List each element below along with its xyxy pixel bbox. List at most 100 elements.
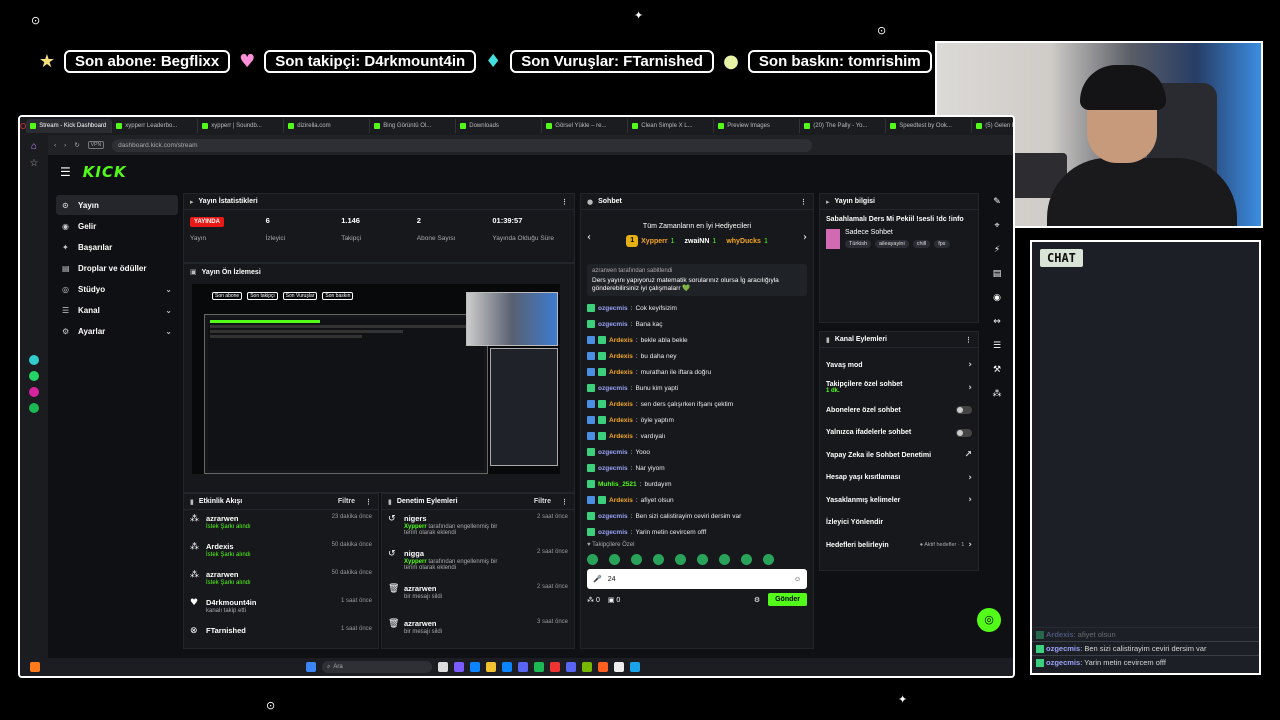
url-field[interactable]: dashboard.kick.com/stream bbox=[112, 138, 813, 152]
saved-icon[interactable]: ▣ 0 bbox=[608, 596, 620, 604]
channel-action-row[interactable]: Yapay Zeka ile Sohbet Denetimi ↗ bbox=[820, 444, 978, 467]
toggle-switch[interactable] bbox=[956, 428, 972, 437]
activity-item[interactable]: ⁂ Ardexis İstek Şarkı alındı 50 dakika önce bbox=[184, 538, 378, 566]
more-icon[interactable]: ⋮ bbox=[965, 336, 972, 344]
menu-icon[interactable]: ☰ bbox=[60, 165, 71, 179]
channel-action-row[interactable]: Hesap yaşı kısıtlaması › bbox=[820, 467, 978, 490]
app-icon[interactable] bbox=[630, 662, 640, 672]
send-button[interactable]: Gönder bbox=[768, 593, 807, 606]
browser-tab[interactable]: xypperr Leaderbo... bbox=[112, 119, 199, 133]
taskbar-search[interactable]: ⌕ Ara bbox=[322, 661, 432, 673]
moderation-item[interactable]: ↺ nigga Xypperr tarafından engellenmiş bir… bbox=[382, 545, 574, 580]
stream-preview[interactable]: Son abone Son takipçi Son Vuruşlar Son bask… bbox=[192, 284, 560, 474]
sidebar-item[interactable]: ☰ Kanal ⌄ bbox=[56, 300, 178, 320]
sidebar-item[interactable]: ⊙ Yayın bbox=[56, 195, 178, 215]
settings-icon[interactable]: ⚙ bbox=[754, 596, 760, 604]
more-icon[interactable]: ⋮ bbox=[365, 498, 372, 506]
channel-action-row[interactable]: Yalnızca ifadelerle sohbet bbox=[820, 422, 978, 445]
emote-bar[interactable] bbox=[581, 554, 813, 565]
app-icon[interactable] bbox=[598, 662, 608, 672]
chat-bubble-icon[interactable]: ◉ bbox=[993, 293, 1001, 303]
list-icon[interactable]: ☰ bbox=[993, 341, 1001, 351]
channel-action-row[interactable]: Yavaş mod › bbox=[820, 354, 978, 377]
filter-button[interactable]: Filtre bbox=[338, 498, 355, 505]
chat-message[interactable]: Ardexis: öyle yaptım bbox=[581, 412, 813, 428]
stream-tag[interactable]: Türkish bbox=[845, 240, 872, 248]
support-button[interactable]: ◎ bbox=[977, 608, 1001, 632]
chat-message[interactable]: ozgecmis: Bunu kim yapti bbox=[581, 380, 813, 396]
sidebar-item[interactable]: ⚙ Ayarlar ⌄ bbox=[56, 321, 178, 341]
chat-message[interactable]: Ardexis: vardıyalı bbox=[581, 428, 813, 444]
sidebar-item[interactable]: ▤ Droplar ve ödüller bbox=[56, 258, 178, 278]
whatsapp-icon[interactable] bbox=[29, 371, 39, 381]
channel-action-row[interactable]: Abonelere özel sohbet bbox=[820, 399, 978, 422]
edge-icon[interactable] bbox=[470, 662, 480, 672]
chat-message[interactable]: ozgecmis: Cok keyifsizim bbox=[581, 300, 813, 316]
moderation-item[interactable]: 🗑 azrarwen bir mesajı sildi 3 saat önce bbox=[382, 615, 574, 650]
browser-tab[interactable]: Clean Simple X L... bbox=[628, 119, 715, 133]
browser-tab[interactable]: Bing Görüntü Ol... bbox=[370, 119, 457, 133]
app-icon[interactable] bbox=[454, 662, 464, 672]
stream-tag[interactable]: fps bbox=[934, 240, 950, 248]
sidebar-item[interactable]: ✦ Başarılar bbox=[56, 237, 178, 257]
chat-message[interactable]: Ardexis: bu daha ney bbox=[581, 348, 813, 364]
browser-tab[interactable]: (5) Gelen Kutusu -... bbox=[972, 119, 1013, 133]
pinned-message[interactable]: azrarwen tarafından sabitlendi Ders yayı… bbox=[587, 264, 807, 296]
activity-item[interactable]: ⊗ FTarnished 1 saat önce bbox=[184, 622, 378, 650]
weather-icon[interactable] bbox=[30, 662, 40, 672]
app-icon[interactable] bbox=[29, 355, 39, 365]
clipboard-icon[interactable]: ▤ bbox=[993, 269, 1002, 279]
emoji-icon[interactable]: ☺ bbox=[794, 576, 801, 583]
opera-icon[interactable] bbox=[550, 662, 560, 672]
browser-tab[interactable]: Görsel Yükle – re... bbox=[542, 119, 629, 133]
chat-message[interactable]: Ardexis: murathan ile iftara doğru bbox=[581, 364, 813, 380]
bolt-icon[interactable]: ⚡ bbox=[994, 245, 1000, 255]
chat-input[interactable]: 🎤 24 ☺ bbox=[587, 569, 807, 589]
more-icon[interactable]: ⋮ bbox=[561, 198, 568, 206]
gifter[interactable]: 1 Xypperr 1 bbox=[626, 235, 675, 247]
channel-action-row[interactable]: Hedefleri belirleyin ● Aktif hedefler · 1… bbox=[820, 534, 978, 557]
moderation-item[interactable]: ↺ nigers Xypperr tarafından engellenmiş bi… bbox=[382, 510, 574, 545]
activity-item[interactable]: ♥ D4rkmount4in kanalı takip etti 1 saat önc… bbox=[184, 594, 378, 622]
channel-action-row[interactable]: İzleyici Yönlendir bbox=[820, 512, 978, 535]
activity-item[interactable]: ⁂ azrarwen İstek Şarkı alındı 50 dakika önc… bbox=[184, 566, 378, 594]
sidebar-item[interactable]: ◎ Stüdyo ⌄ bbox=[56, 279, 178, 299]
chat-message[interactable]: Ardexis: bekle abla bekle bbox=[581, 332, 813, 348]
spotify-icon[interactable] bbox=[29, 403, 39, 413]
discord-icon[interactable] bbox=[518, 662, 528, 672]
browser-tab[interactable]: xypperr | Soundb... bbox=[198, 119, 285, 133]
start-icon[interactable] bbox=[306, 662, 316, 672]
app-icon[interactable] bbox=[614, 662, 624, 672]
app-icon[interactable] bbox=[502, 662, 512, 672]
mic-icon[interactable]: 🎤 bbox=[593, 575, 602, 583]
more-icon[interactable]: ⋮ bbox=[800, 198, 807, 206]
chat-message[interactable]: ozgecmis: Yarin metin cevircem offf bbox=[581, 524, 813, 540]
sidebar-item[interactable]: ◉ Gelir bbox=[56, 216, 178, 236]
points-icon[interactable]: ⁂ 0 bbox=[587, 596, 600, 604]
browser-tab[interactable]: Stream - Kick Dashboard bbox=[26, 119, 113, 133]
browser-tab[interactable]: Downloads bbox=[456, 119, 543, 133]
chat-message[interactable]: Ardexis: sen ders çalışırken ifşanı çekti… bbox=[581, 396, 813, 412]
chevron-right-icon[interactable]: › bbox=[803, 232, 807, 243]
target-icon[interactable]: ⌖ bbox=[994, 221, 999, 231]
nvidia-icon[interactable] bbox=[582, 662, 592, 672]
taskview-icon[interactable] bbox=[438, 662, 448, 672]
chat-message[interactable]: ozgecmis: Nar yiyom bbox=[581, 460, 813, 476]
gifter[interactable]: whyDucks 1 bbox=[726, 238, 768, 245]
chevron-left-icon[interactable]: ‹ bbox=[587, 232, 591, 243]
channel-action-row[interactable]: Yasaklanmış kelimeler › bbox=[820, 489, 978, 512]
chat-message[interactable]: ozgecmis: Ben sizi calistirayim ceviri de… bbox=[581, 508, 813, 524]
chat-message[interactable]: ozgecmis: Yooo bbox=[581, 444, 813, 460]
more-icon[interactable]: ⋮ bbox=[561, 498, 568, 506]
stream-tag[interactable]: aileayayini bbox=[875, 240, 909, 248]
vpn-badge[interactable]: VPN bbox=[87, 141, 105, 149]
chat-message[interactable]: Muhlis_2521: burdayım bbox=[581, 476, 813, 492]
browser-tab[interactable]: Speedtest by Ook... bbox=[886, 119, 973, 133]
instagram-icon[interactable] bbox=[29, 387, 39, 397]
arrows-icon[interactable]: ⇔ bbox=[993, 317, 1001, 327]
points-icon[interactable]: ⁂ bbox=[993, 389, 1002, 399]
forward-icon[interactable]: › bbox=[64, 142, 66, 149]
browser-tab[interactable]: Preview Images bbox=[714, 119, 801, 133]
reload-icon[interactable]: ↻ bbox=[74, 141, 79, 149]
browser-tab[interactable]: (20) The Pally - Yo... bbox=[800, 119, 887, 133]
